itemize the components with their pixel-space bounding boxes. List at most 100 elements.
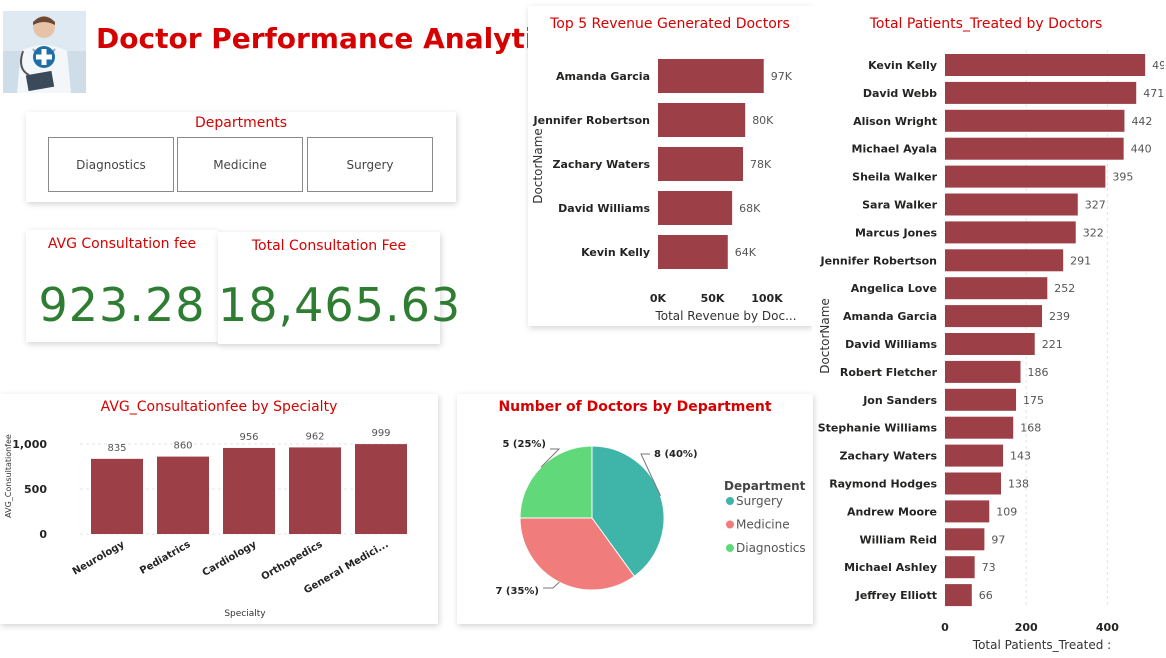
bar <box>945 556 975 579</box>
leader-line <box>543 581 560 589</box>
legend-item[interactable]: Surgery <box>736 494 783 508</box>
bar <box>945 81 1137 104</box>
bar <box>945 137 1124 160</box>
bar <box>658 59 764 93</box>
x-tick-label: 400 <box>1096 621 1119 634</box>
category-label: Alison Wright <box>853 115 937 128</box>
slice-label: 5 (25%) <box>502 439 546 450</box>
data-label: 68K <box>739 202 761 215</box>
x-tick-label: 200 <box>1015 621 1038 634</box>
data-label: 835 <box>107 443 126 454</box>
bar <box>945 528 985 551</box>
data-label: 962 <box>305 431 324 442</box>
slicer-option-surgery[interactable]: Surgery <box>307 137 433 192</box>
data-label: 186 <box>1028 366 1049 379</box>
category-label: Kevin Kelly <box>868 59 937 72</box>
legend-swatch <box>726 497 734 505</box>
x-tick-label: 50K <box>701 292 725 305</box>
chart-title: Total Patients_Treated by Doctors <box>869 16 1103 32</box>
avg-consultation-fee-value: 923.28 <box>38 278 206 332</box>
legend-swatch <box>726 520 734 529</box>
bar <box>945 584 972 607</box>
total-consultation-fee-card: Total Consultation Fee 18,465.63 <box>218 232 462 344</box>
total-consultation-fee-label: Total Consultation Fee <box>251 238 407 254</box>
bar <box>945 165 1106 188</box>
data-label: 471 <box>1143 87 1164 100</box>
bar <box>945 416 1014 439</box>
data-label: 860 <box>173 441 192 452</box>
category-label: William Reid <box>859 533 937 546</box>
legend-item[interactable]: Medicine <box>736 518 790 532</box>
category-label: Jennifer Robertson <box>533 114 650 127</box>
data-label: 168 <box>1020 422 1041 435</box>
y-tick-label: 500 <box>24 483 47 496</box>
legend-title: Department <box>724 479 806 493</box>
bar <box>355 444 407 534</box>
departments-slicer-title: Departments <box>194 115 287 131</box>
y-tick-label: 0 <box>39 528 47 541</box>
bar <box>945 388 1017 411</box>
category-label: Robert Fletcher <box>840 366 938 379</box>
patients-treated-svg: Total Patients_Treated by Doctors DoctorN… <box>818 16 1166 652</box>
top5-revenue-svg: Top 5 Revenue Generated Doctors DoctorNam… <box>531 16 797 323</box>
x-tick-label: 100K <box>751 292 783 305</box>
doctor-logo-icon <box>3 11 86 93</box>
total-consultation-fee-value: 18,465.63 <box>218 278 462 332</box>
patients-treated-chart: Total Patients_Treated by Doctors DoctorN… <box>812 6 1166 654</box>
category-label: Amanda Garcia <box>556 70 650 83</box>
y-axis-label: DoctorName <box>531 128 545 204</box>
data-label: 493 <box>1152 59 1164 72</box>
data-label: 175 <box>1023 394 1044 407</box>
data-label: 395 <box>1112 171 1133 184</box>
bar <box>945 472 1002 495</box>
category-label: Raymond Hodges <box>829 478 937 491</box>
bar <box>945 109 1125 132</box>
bar <box>945 360 1021 383</box>
category-label: Amanda Garcia <box>843 310 937 323</box>
x-tick-label: 0K <box>650 292 667 305</box>
bar <box>945 277 1048 300</box>
category-label: Michael Ayala <box>852 143 937 156</box>
x-tick-label: Pediatrics <box>138 539 192 577</box>
category-label: Zachary Waters <box>553 158 651 171</box>
slice-label: 7 (35%) <box>495 586 539 597</box>
top5-revenue-chart: Top 5 Revenue Generated Doctors DoctorNam… <box>528 6 812 326</box>
x-axis-label: Total Revenue by Doc... <box>654 309 796 323</box>
data-label: 322 <box>1083 226 1104 239</box>
bar <box>157 456 209 534</box>
data-label: 239 <box>1049 310 1070 323</box>
data-label: 109 <box>996 505 1017 518</box>
legend-item[interactable]: Diagnostics <box>736 541 806 555</box>
specialty-fee-svg: AVG_Consultationfee by SpecialtyAVG_Cons… <box>4 399 410 619</box>
slicer-option-medicine[interactable]: Medicine <box>177 137 303 192</box>
department-pie-svg: Number of Doctors by Department 8 (40%) 7 … <box>495 399 806 597</box>
bar <box>945 221 1076 244</box>
x-tick-label: 0 <box>941 621 949 634</box>
data-label: 78K <box>750 158 772 171</box>
category-label: David Williams <box>558 202 650 215</box>
chart-title: Number of Doctors by Department <box>498 399 771 415</box>
data-label: 80K <box>752 114 774 127</box>
bar <box>289 447 341 534</box>
bar <box>658 235 728 269</box>
bar <box>945 193 1078 216</box>
legend-swatch <box>726 544 734 552</box>
bar <box>945 249 1064 272</box>
data-label: 291 <box>1070 254 1091 267</box>
data-label: 64K <box>735 246 757 259</box>
category-label: Angelica Love <box>851 282 937 295</box>
category-label: Marcus Jones <box>855 226 937 239</box>
category-label: Andrew Moore <box>847 505 937 518</box>
chart-title: AVG_Consultationfee by Specialty <box>101 399 338 415</box>
category-label: Jeffrey Elliott <box>855 589 937 602</box>
category-label: Sara Walker <box>862 199 937 212</box>
slicer-option-diagnostics[interactable]: Diagnostics <box>48 137 174 192</box>
bar <box>945 54 1146 76</box>
data-label: 66 <box>979 589 993 602</box>
bar <box>945 333 1035 355</box>
category-label: Jon Sanders <box>862 394 937 407</box>
category-label: Michael Ashley <box>844 561 937 574</box>
data-label: 221 <box>1042 338 1063 351</box>
data-label: 440 <box>1131 143 1152 156</box>
x-axis-label: Total Patients_Treated : <box>972 638 1111 652</box>
